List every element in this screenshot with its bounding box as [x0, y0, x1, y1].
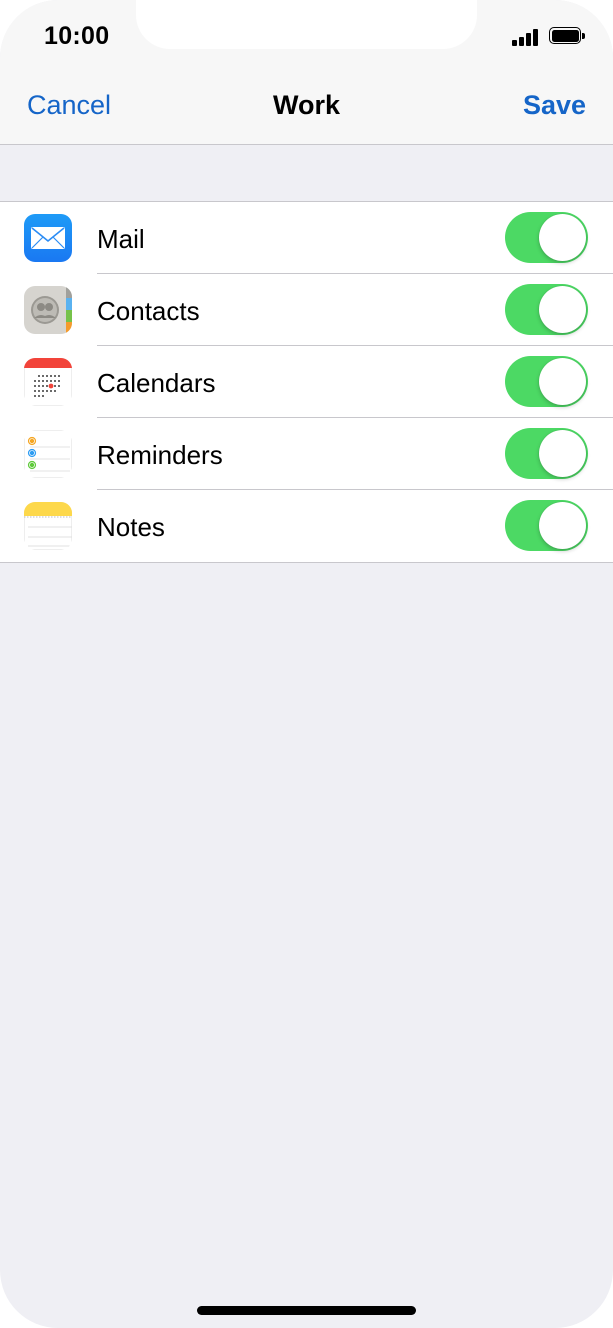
row-label: Contacts	[97, 296, 200, 326]
contacts-icon	[24, 286, 72, 334]
home-indicator[interactable]	[197, 1306, 416, 1315]
row-label: Mail	[97, 224, 145, 254]
notes-icon	[24, 502, 72, 550]
list-item-notes: Notes	[0, 490, 613, 562]
row-label: Reminders	[97, 440, 223, 470]
notes-toggle[interactable]	[505, 500, 588, 551]
services-list: Mail Contacts Calendars Reminders Notes	[0, 201, 613, 563]
mail-toggle[interactable]	[505, 212, 588, 263]
list-item-mail: Mail	[0, 202, 613, 274]
calendars-toggle[interactable]	[505, 356, 588, 407]
list-item-calendars: Calendars	[0, 346, 613, 418]
notch	[136, 0, 477, 49]
status-time: 10:00	[44, 22, 110, 50]
reminders-icon	[24, 430, 72, 478]
save-button[interactable]: Save	[523, 90, 586, 121]
list-item-reminders: Reminders	[0, 418, 613, 490]
mail-icon	[24, 214, 72, 262]
list-item-contacts: Contacts	[0, 274, 613, 346]
navigation-bar: 10:00 Cancel Work Save	[0, 0, 613, 145]
cellular-signal-icon	[512, 28, 542, 46]
contacts-toggle[interactable]	[505, 284, 588, 335]
battery-icon	[549, 27, 585, 46]
reminders-toggle[interactable]	[505, 428, 588, 479]
phone-screen: 10:00 Cancel Work Save Mail Contacts Cal…	[0, 0, 613, 1328]
calendar-icon	[24, 358, 72, 406]
row-label: Notes	[97, 512, 165, 542]
cancel-button[interactable]: Cancel	[27, 90, 111, 121]
row-label: Calendars	[97, 368, 216, 398]
